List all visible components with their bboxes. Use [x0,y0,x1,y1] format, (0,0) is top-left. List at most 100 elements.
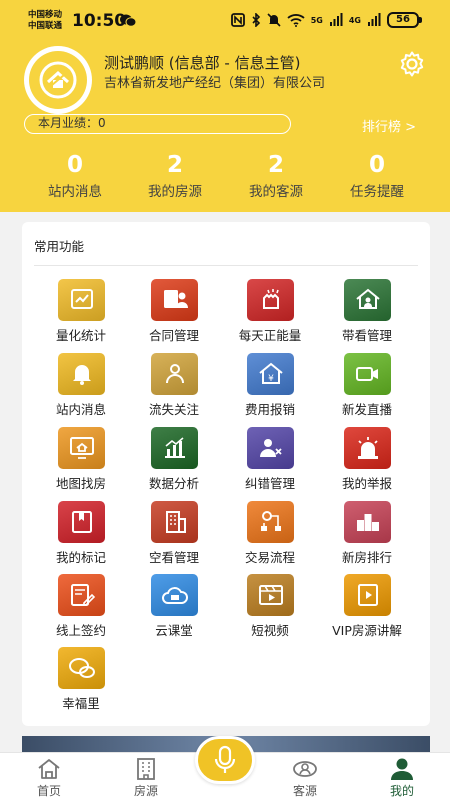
function-item[interactable]: 合同管理 [124,279,224,349]
function-label: 流失关注 [148,402,199,417]
function-label: VIP房源讲解 [332,623,402,638]
client-icon [293,761,317,777]
function-label: 费用报销 [244,402,295,417]
film-icon [247,574,294,616]
function-item[interactable]: 新发直播 [317,353,417,423]
function-label: 地图找房 [55,476,106,491]
stat-my-clients[interactable]: 2 我的客源 [226,150,326,202]
function-item[interactable]: 云课堂 [124,574,224,644]
common-functions-card: 常用功能 量化统计 合同管理 每天正能量 带看管理站内消息 流失关注 ¥ 费用报销 新发直播地… [22,222,430,726]
function-label: 云课堂 [155,623,193,638]
building-icon [137,758,155,780]
bell-icon [58,353,105,395]
yen-house-icon: ¥ [247,353,294,395]
function-item[interactable]: 地图找房 [31,427,131,497]
function-label: 带看管理 [341,328,392,343]
stat-my-listings[interactable]: 2 我的房源 [125,150,225,202]
company-name: 吉林省新发地产经纪（集团）有限公司 [104,76,326,91]
function-label: 量化统计 [55,328,106,343]
signal-icon-2 [368,13,381,26]
svg-text:¥: ¥ [268,374,274,384]
clock: 10:50 [72,11,127,31]
function-item[interactable]: 空看管理 [124,501,224,571]
function-item[interactable]: 数据分析 [124,427,224,497]
function-item[interactable]: 我的标记 [31,501,131,571]
network-type-2: 4G [348,15,361,25]
function-item[interactable]: 新房排行 [317,501,417,571]
function-label: 新房排行 [341,550,392,565]
profile-header: 中国移动 中国联通 10:50 5G 4G 56 测试鹏顺 (信息部 - 信息主… [0,0,450,212]
function-item[interactable]: 纠错管理 [220,427,320,497]
function-label: 空看管理 [148,550,199,565]
fist-icon [247,279,294,321]
wifi-icon [287,14,305,27]
wechat-icon [120,14,136,27]
function-item[interactable]: 幸福里 [31,647,131,717]
siren-icon [344,427,391,469]
function-label: 交易流程 [244,550,295,565]
house-person-icon [344,279,391,321]
stats-row: 0 站内消息 2 我的房源 2 我的客源 0 任务提醒 [0,150,450,206]
bluetooth-icon [252,13,260,27]
system-icons: 5G 4G 56 [230,12,422,28]
tab-clients[interactable]: 客源 [270,757,340,799]
contract-icon [151,279,198,321]
stat-task-reminders[interactable]: 0 任务提醒 [327,150,427,202]
person-x-icon [247,427,294,469]
function-item[interactable]: ¥ 费用报销 [220,353,320,423]
mute-icon [267,13,281,27]
function-item[interactable]: 交易流程 [220,501,320,571]
function-label: 合同管理 [148,328,199,343]
ranking-link[interactable]: 排行榜 > [362,116,416,135]
building-icon [151,501,198,543]
function-item[interactable]: 每天正能量 [220,279,320,349]
user-name: 测试鹏顺 (信息部 - 信息主管) [104,54,301,72]
chart-doc-icon [58,279,105,321]
function-item[interactable]: 带看管理 [317,279,417,349]
function-label: 我的标记 [55,550,106,565]
microphone-icon [214,745,236,773]
function-label: 纠错管理 [244,476,295,491]
function-item[interactable]: 短视频 [220,574,320,644]
cloud-icon [151,574,198,616]
sign-doc-icon [58,574,105,616]
tab-listings[interactable]: 房源 [111,757,181,799]
voice-assistant-button[interactable] [195,736,255,784]
podium-icon [344,501,391,543]
monthly-performance: 本月业绩：0 [24,114,291,134]
card-title: 常用功能 [34,239,85,254]
home-icon [38,759,60,779]
function-label: 短视频 [251,623,289,638]
function-item[interactable]: 量化统计 [31,279,131,349]
divider [34,265,418,266]
map-house-icon [58,427,105,469]
function-item[interactable]: 站内消息 [31,353,131,423]
play-doc-icon [344,574,391,616]
network-type-1: 5G [310,15,323,25]
status-bar: 中国移动 中国联通 10:50 5G 4G 56 [0,8,450,36]
video-camera-icon [344,353,391,395]
bar-chart-icon [151,427,198,469]
function-item[interactable]: 我的举报 [317,427,417,497]
tab-profile[interactable]: 我的 [367,757,437,799]
chat-bubbles-icon [58,647,105,689]
function-label: 每天正能量 [238,328,302,343]
function-label: 线上签约 [55,623,106,638]
battery-indicator: 56 [387,12,422,28]
bookmark-icon [58,501,105,543]
function-item[interactable]: 流失关注 [124,353,224,423]
function-label: 我的举报 [341,476,392,491]
function-label: 新发直播 [341,402,392,417]
tab-home[interactable]: 首页 [14,757,84,799]
stat-messages[interactable]: 0 站内消息 [25,150,125,202]
function-item[interactable]: VIP房源讲解 [317,574,417,644]
person-icon [151,353,198,395]
function-label: 数据分析 [148,476,199,491]
signal-icon [329,13,343,26]
profile-icon [391,758,413,780]
function-item[interactable]: 线上签约 [31,574,131,644]
gear-icon[interactable] [398,50,426,78]
avatar[interactable] [24,46,92,114]
carrier-info: 中国移动 中国联通 [28,10,63,31]
flow-icon [247,501,294,543]
